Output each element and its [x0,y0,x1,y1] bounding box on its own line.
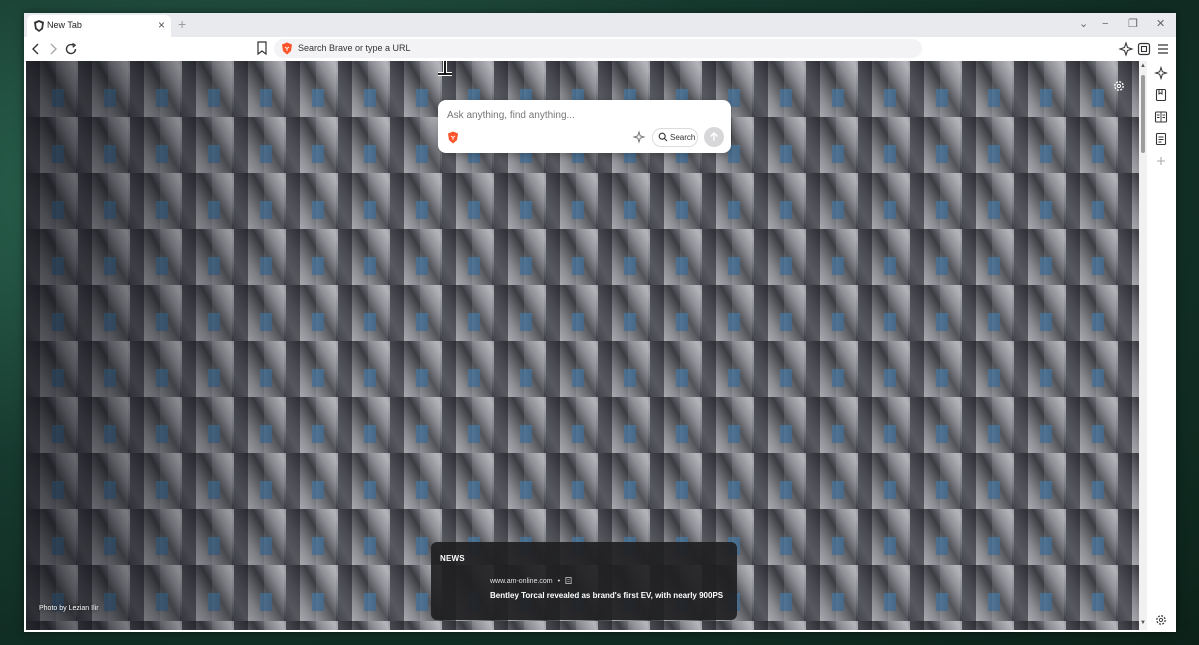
scrollbar[interactable]: ▲ ▼ [1139,61,1147,630]
arrow-left-icon[interactable] [28,41,44,57]
toolbar: Search Brave or type a URL [24,37,1176,62]
plus-icon[interactable] [1154,154,1168,168]
bookmarks-icon[interactable] [1154,88,1168,102]
new-tab-page: Search NEWS www.am-online.com • Bentley … [26,61,1139,630]
search-button[interactable]: Search [652,128,698,147]
tab-title: New Tab [47,20,82,30]
tab-strip: New Tab × + ⌄ − ❐ ✕ [24,13,1176,37]
news-label: NEWS [440,554,465,563]
reading-list-icon[interactable] [1154,110,1168,124]
restore-button[interactable]: ❐ [1128,17,1138,31]
brave-lion-icon[interactable] [447,131,459,144]
gear-icon[interactable] [1154,613,1168,627]
sidebar [1147,61,1176,632]
arrow-up-icon [710,132,718,141]
tab-close-button[interactable]: × [158,18,165,32]
tab-new-tab[interactable]: New Tab × [27,15,171,37]
news-source-domain: www.am-online.com [490,578,553,585]
photo-credit[interactable]: Photo by Lezian Ilir [39,605,99,612]
document-icon [565,577,572,584]
address-bar-placeholder: Search Brave or type a URL [298,43,411,53]
leo-ai-icon[interactable] [1118,41,1134,57]
news-source: www.am-online.com • [490,577,572,585]
new-tab-button[interactable]: + [178,16,186,32]
bookmark-icon[interactable] [256,41,268,55]
news-card[interactable]: NEWS www.am-online.com • Bentley Torcal … [431,542,737,620]
scroll-thumb[interactable] [1141,75,1145,153]
window-close-button[interactable]: ✕ [1156,17,1165,31]
history-icon[interactable] [1154,132,1168,146]
ntp-search-input[interactable] [447,107,707,123]
browser-window: New Tab × + ⌄ − ❐ ✕ Search Brave or type… [24,13,1176,632]
ntp-search-box: Search [438,100,731,153]
tab-search-dropdown-button[interactable]: ⌄ [1079,17,1088,31]
brave-lion-icon [282,42,292,55]
leo-ai-icon[interactable] [631,129,647,145]
search-button-label: Search [670,133,696,142]
wallet-icon[interactable] [1136,41,1152,57]
news-headline[interactable]: Bentley Torcal revealed as brand's first… [490,591,723,600]
minimize-button[interactable]: − [1102,17,1108,31]
background-image-shade [26,61,306,630]
scroll-down-icon[interactable]: ▼ [1139,620,1147,626]
brave-shield-icon [34,20,44,32]
gear-icon[interactable] [1112,79,1126,93]
arrow-right-icon[interactable] [45,41,61,57]
leo-ai-icon[interactable] [1154,66,1168,80]
search-icon [658,132,668,142]
news-source-separator: • [557,578,561,585]
text-cursor-icon [438,61,452,76]
scroll-up-icon[interactable]: ▲ [1139,63,1147,69]
submit-button[interactable] [704,127,724,147]
address-bar[interactable]: Search Brave or type a URL [274,39,922,58]
reload-icon[interactable] [63,41,79,57]
hamburger-menu-icon[interactable] [1155,41,1171,57]
